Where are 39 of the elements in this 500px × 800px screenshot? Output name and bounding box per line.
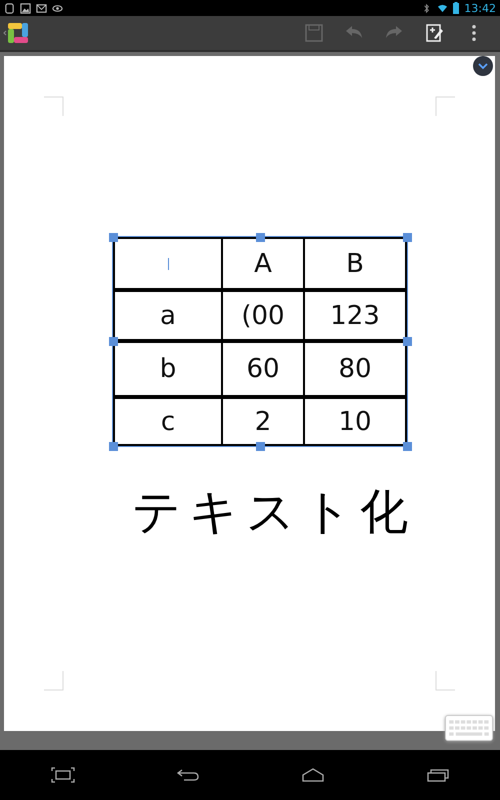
page-edit-icon [424, 23, 444, 43]
table-cell: 2 [254, 406, 272, 436]
resize-handle[interactable] [256, 232, 264, 242]
crop-mark-icon [435, 96, 455, 116]
home-icon [300, 767, 324, 783]
battery-icon [453, 2, 460, 14]
crop-mark-icon [44, 671, 64, 691]
crop-mark-icon [435, 671, 455, 691]
table-cell: 123 [330, 300, 380, 330]
table-cell: B [346, 248, 364, 278]
resize-handle[interactable] [256, 442, 264, 450]
notification-icon [4, 2, 15, 14]
app-logo-icon[interactable] [3, 21, 29, 45]
table-cell: 60 [246, 354, 280, 384]
recent-apps-icon [426, 767, 450, 783]
mail-icon [36, 2, 47, 14]
resize-handle[interactable] [402, 442, 412, 450]
table-cell: 80 [338, 354, 372, 384]
resize-handle[interactable] [108, 442, 118, 450]
resize-handle[interactable] [402, 232, 412, 242]
table-cell: b [160, 354, 176, 384]
menu-icon [472, 25, 476, 41]
collapse-button[interactable] [473, 56, 493, 76]
crop-mark-icon [44, 96, 64, 116]
screenshot-icon [50, 767, 74, 783]
handwritten-text: テキスト化 [132, 484, 416, 542]
resize-handle[interactable] [108, 337, 118, 346]
table-cell: (00 [241, 300, 285, 330]
eye-icon [52, 2, 63, 14]
clock: 13:42 [464, 2, 496, 14]
back-icon [176, 767, 200, 783]
image-icon [20, 2, 31, 14]
wifi-icon [437, 2, 448, 14]
table-cell: c [160, 406, 176, 436]
table-cell: a [160, 300, 176, 330]
table-cell: 10 [338, 406, 372, 436]
resize-handle[interactable] [108, 232, 118, 242]
table-cell: A [254, 248, 272, 278]
resize-handle[interactable] [402, 337, 412, 346]
